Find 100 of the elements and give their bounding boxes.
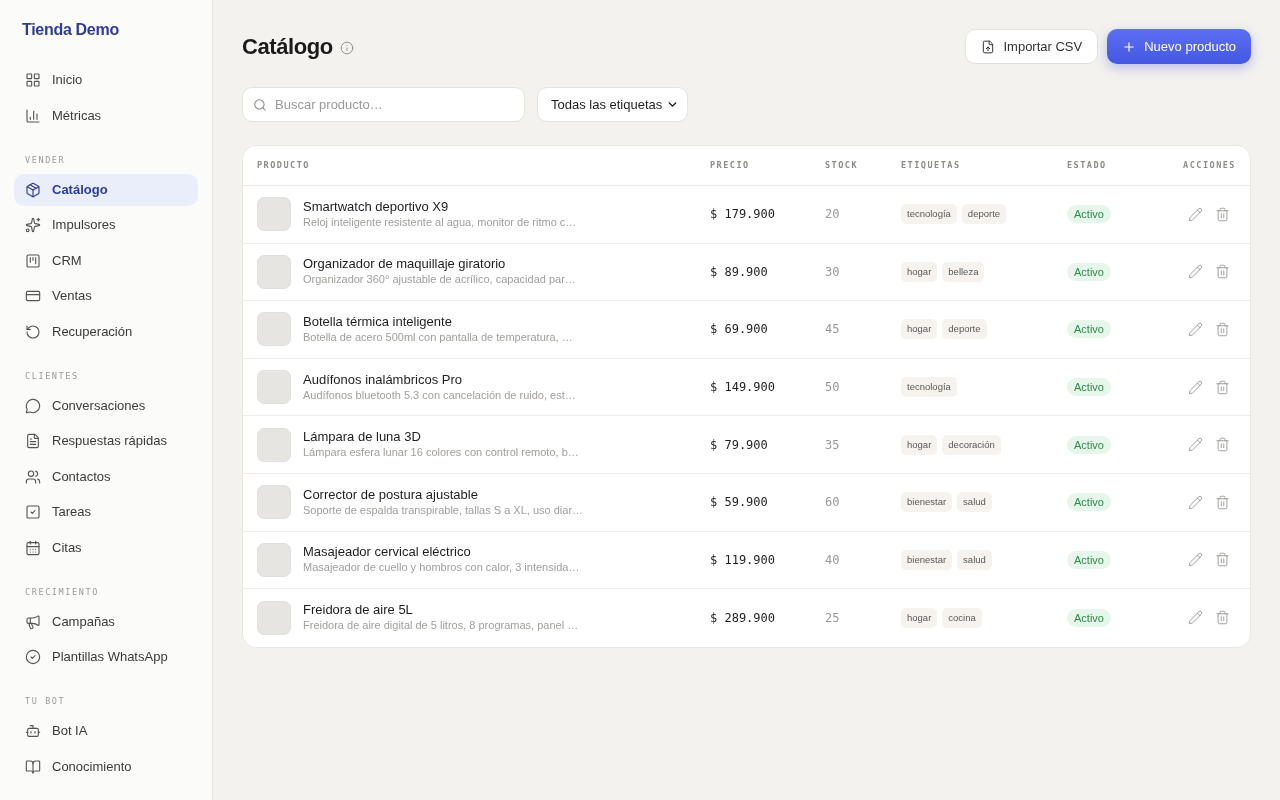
pencil-icon (1188, 264, 1203, 280)
tag-chip: bienestar (901, 492, 953, 513)
sidebar-item[interactable]: Conversaciones (14, 389, 198, 422)
product-description: Organizador 360° ajustable de acrílico, capacidad par… (303, 272, 576, 288)
product-name: Corrector de postura ajustable (303, 486, 479, 503)
status-pill: Activo (1067, 493, 1111, 512)
delete-button[interactable] (1215, 494, 1230, 510)
credit-card-icon (25, 288, 41, 304)
edit-button[interactable] (1188, 552, 1203, 568)
delete-button[interactable] (1215, 610, 1230, 626)
sidebar-item[interactable]: Métricas (14, 99, 198, 132)
section-heading: TU BOT (24, 695, 67, 707)
status-pill: Activo (1067, 435, 1111, 454)
trash-icon (1215, 552, 1230, 568)
sidebar-item[interactable]: Contactos (14, 460, 198, 493)
sidebar-item[interactable]: CRM (14, 244, 198, 277)
tag-chip: hogar (901, 434, 938, 455)
product-description: Audífonos bluetooth 5.3 con cancelación de ruido, est… (303, 387, 576, 403)
photo-placeholder (257, 312, 291, 347)
new-product-button[interactable]: Nuevo producto (1107, 29, 1251, 64)
chat-bubble-icon (25, 397, 41, 414)
sidebar-item[interactable]: Recuperación (14, 315, 198, 348)
photo-placeholder (257, 254, 291, 289)
product-name: Masajeador cervical eléctrico (303, 544, 472, 561)
edit-button[interactable] (1188, 437, 1203, 453)
product-name: Botella térmica inteligente (303, 314, 453, 330)
tag-chip: deporte (961, 204, 1007, 225)
plus-icon (1122, 39, 1137, 54)
file-upload-icon (981, 39, 996, 54)
brand-logo[interactable]: Tienda Demo (14, 20, 198, 40)
product-price: $ 89.900 (710, 263, 768, 281)
status-pill: Activo (1067, 608, 1111, 627)
stock-count: 30 (825, 263, 840, 281)
users-icon (25, 468, 41, 485)
edit-button[interactable] (1188, 379, 1203, 395)
book-icon (25, 758, 41, 775)
sidebar-item[interactable]: Conocimiento (14, 750, 198, 783)
page-title: Catálogo (242, 32, 333, 61)
tag-chip: salud (957, 492, 992, 513)
edit-button[interactable] (1188, 206, 1203, 222)
edit-button[interactable] (1188, 494, 1203, 510)
trash-icon (1215, 494, 1230, 510)
edit-button[interactable] (1188, 264, 1203, 280)
trash-icon (1215, 379, 1230, 395)
product-price: $ 59.900 (710, 494, 768, 512)
product-price: $ 79.900 (710, 436, 768, 454)
tag-chip: tecnología (901, 377, 957, 398)
tag-chip: deporte (942, 319, 987, 340)
megaphone-icon (25, 613, 41, 630)
product-name: Freidora de aire 5L (303, 602, 414, 619)
tag-chip: cocina (942, 607, 982, 628)
tag-chip: belleza (942, 261, 985, 282)
stock-count: 40 (825, 551, 840, 569)
bar-chart-icon (25, 107, 41, 124)
pencil-icon (1188, 379, 1203, 395)
sidebar-item[interactable]: Impulsores (14, 209, 198, 241)
trash-icon (1215, 322, 1230, 337)
edit-button[interactable] (1188, 610, 1203, 626)
delete-button[interactable] (1215, 206, 1230, 222)
sparkles-icon (25, 217, 41, 233)
import-csv-button[interactable]: Importar CSV (965, 29, 1099, 64)
sidebar-item[interactable]: Respuestas rápidas (14, 425, 198, 457)
stock-count: 45 (825, 321, 840, 339)
column-header: PRODUCTO (257, 159, 310, 172)
delete-button[interactable] (1215, 437, 1230, 453)
sidebar-item[interactable]: Ventas (14, 280, 198, 312)
status-pill: Activo (1067, 550, 1111, 569)
status-pill: Activo (1067, 262, 1111, 281)
column-header: PRECIO (710, 159, 750, 172)
sidebar-item[interactable]: Campañas (14, 605, 198, 638)
product-price: $ 179.900 (710, 206, 776, 224)
delete-button[interactable] (1215, 552, 1230, 568)
product-description: Masajeador de cuello y hombros con calor, 3 intensida… (303, 560, 580, 576)
sidebar-item[interactable]: Bot IA (14, 715, 198, 747)
sidebar-item[interactable]: Inicio (14, 64, 198, 96)
status-pill: Activo (1067, 205, 1111, 224)
tag-chip: bienestar (901, 549, 953, 570)
pencil-icon (1188, 322, 1203, 337)
checkbox-icon (25, 504, 41, 520)
search-field[interactable]: Buscar producto… (242, 87, 525, 122)
delete-button[interactable] (1215, 322, 1230, 337)
edit-button[interactable] (1188, 322, 1203, 337)
sidebar-item[interactable]: Tareas (14, 496, 198, 528)
search-icon (253, 97, 267, 112)
sidebar-item[interactable]: Catálogo (14, 173, 198, 206)
sidebar-item[interactable]: Citas (14, 531, 198, 564)
delete-button[interactable] (1215, 264, 1230, 280)
column-header: ACCIONES (1183, 159, 1236, 172)
stock-count: 20 (825, 206, 840, 224)
kanban-icon (25, 252, 41, 269)
delete-button[interactable] (1215, 379, 1230, 395)
photo-placeholder (257, 485, 291, 520)
product-description: Soporte de espalda transpirable, tallas S a XL, uso diar… (303, 502, 584, 518)
sidebar-item[interactable]: Plantillas WhatsApp (14, 641, 198, 673)
tag-filter-dropdown[interactable]: Todas las etiquetas (537, 87, 688, 122)
info-icon[interactable] (339, 40, 354, 55)
document-icon (25, 433, 41, 449)
product-description: Lámpara esfera lunar 16 colores con control remoto, b… (303, 445, 579, 461)
product-name: Audífonos inalámbricos Pro (303, 371, 463, 388)
product-name: Organizador de maquillaje giratorio (303, 256, 507, 273)
